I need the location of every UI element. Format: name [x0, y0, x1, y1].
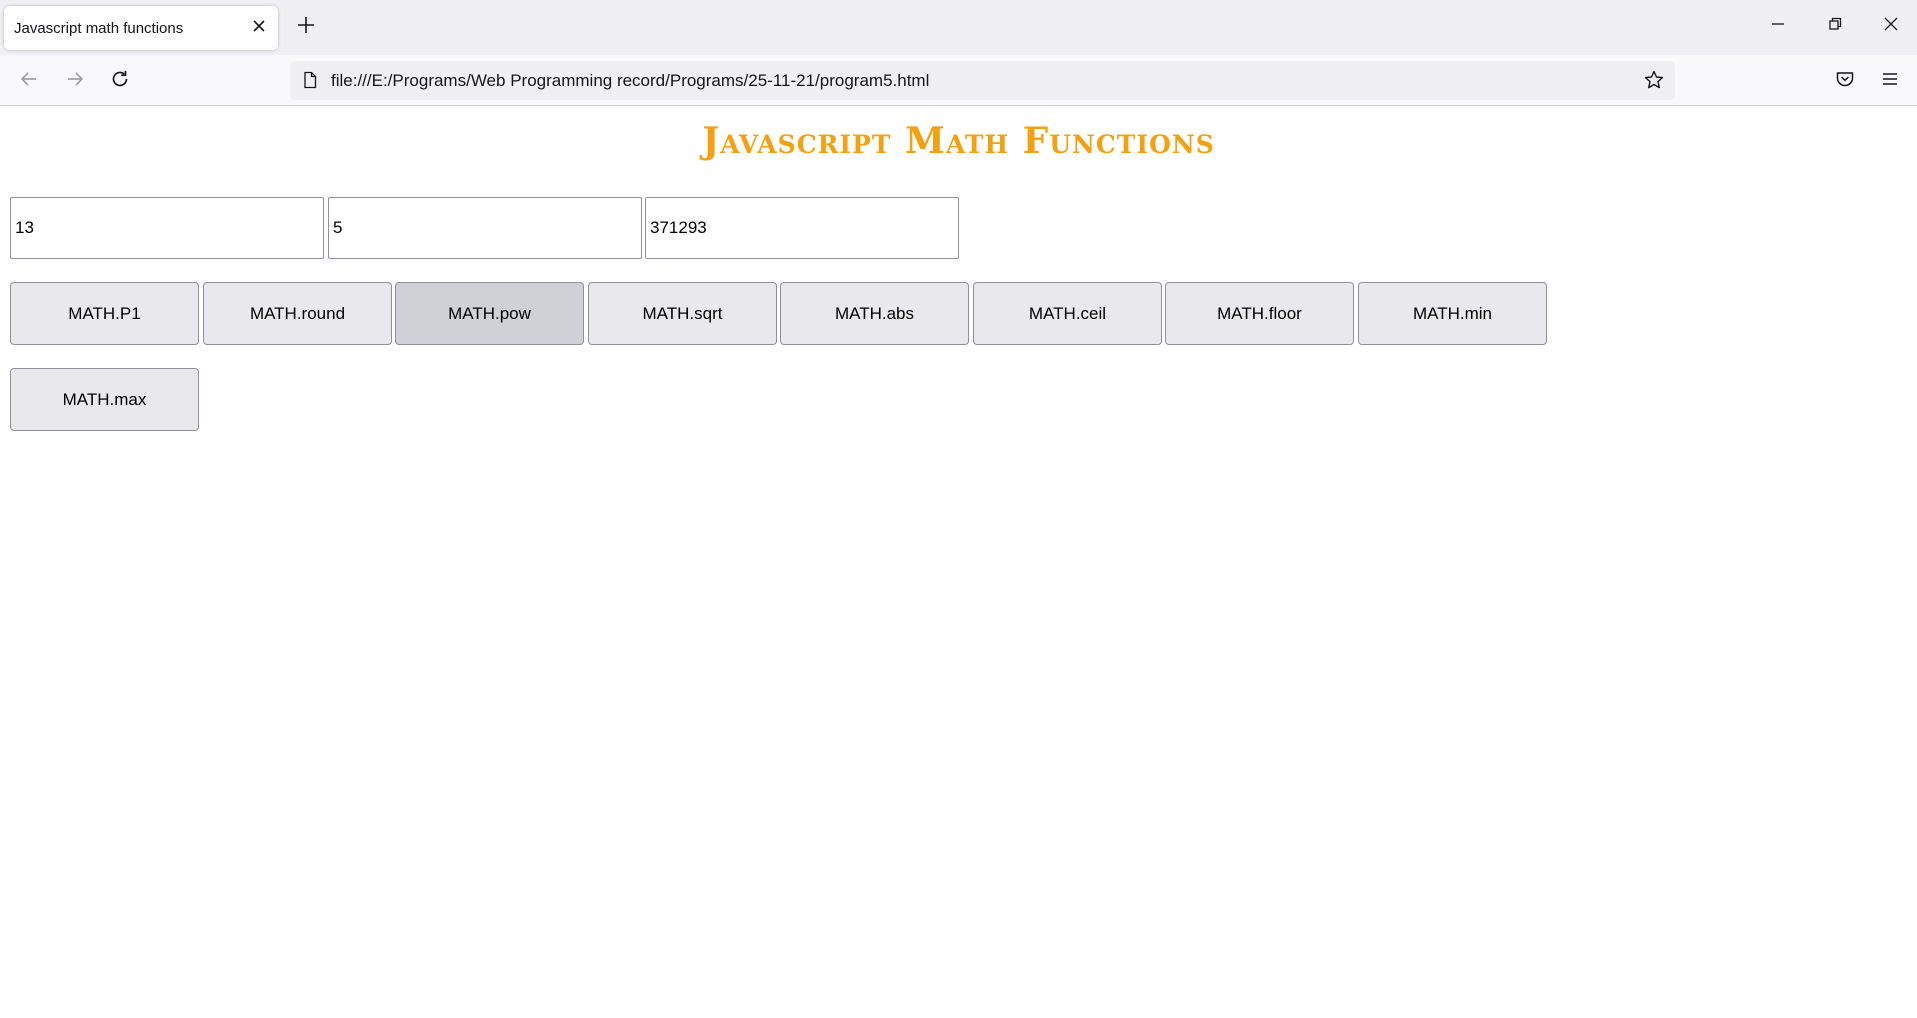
- navigation-bar: file:///E:/Programs/Web Programming reco…: [0, 55, 1917, 106]
- math-max-button[interactable]: MATH.max: [10, 368, 199, 431]
- close-window-icon[interactable]: [1881, 14, 1901, 34]
- url-bar[interactable]: file:///E:/Programs/Web Programming reco…: [290, 61, 1675, 100]
- page-content: Javascript Math Functions MATH.P1 MATH.r…: [0, 106, 1917, 1018]
- result-input[interactable]: [645, 197, 959, 259]
- forward-icon[interactable]: [63, 67, 87, 91]
- restore-icon[interactable]: [1825, 14, 1845, 34]
- number-input-2[interactable]: [328, 197, 642, 259]
- math-round-button[interactable]: MATH.round: [203, 282, 392, 345]
- new-tab-icon[interactable]: [295, 14, 317, 36]
- math-ceil-button[interactable]: MATH.ceil: [973, 282, 1162, 345]
- bookmark-star-icon[interactable]: [1643, 69, 1665, 91]
- minimize-icon[interactable]: [1768, 14, 1788, 34]
- number-input-1[interactable]: [10, 197, 324, 259]
- back-icon[interactable]: [17, 67, 41, 91]
- math-abs-button[interactable]: MATH.abs: [780, 282, 969, 345]
- math-floor-button[interactable]: MATH.floor: [1165, 282, 1354, 345]
- math-min-button[interactable]: MATH.min: [1358, 282, 1547, 345]
- tab-strip: Javascript math functions: [0, 0, 1917, 55]
- pocket-icon[interactable]: [1834, 68, 1856, 90]
- page-heading: Javascript Math Functions: [702, 120, 1215, 162]
- reload-icon[interactable]: [108, 67, 132, 91]
- close-tab-icon[interactable]: [250, 17, 268, 35]
- browser-tab[interactable]: Javascript math functions: [4, 6, 278, 50]
- math-pow-button[interactable]: MATH.pow: [395, 282, 584, 345]
- menu-icon[interactable]: [1879, 68, 1901, 90]
- tab-title: Javascript math functions: [14, 20, 184, 37]
- math-sqrt-button[interactable]: MATH.sqrt: [588, 282, 777, 345]
- url-text: file:///E:/Programs/Web Programming reco…: [331, 71, 930, 90]
- page-icon: [304, 71, 317, 89]
- math-pi-button[interactable]: MATH.P1: [10, 282, 199, 345]
